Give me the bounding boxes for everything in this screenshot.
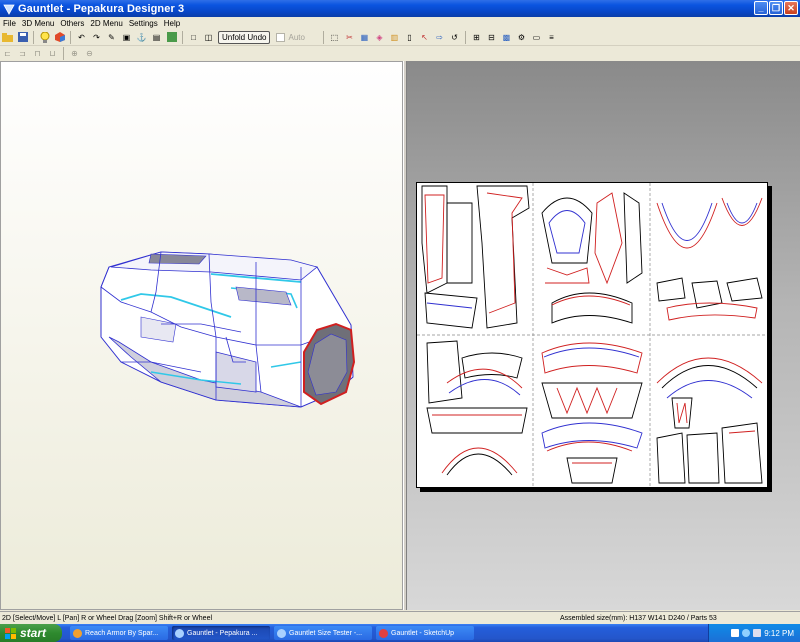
network-tray-icon[interactable] [742, 629, 751, 637]
group-icon[interactable]: ⊕ [69, 48, 80, 59]
split-view-icon[interactable]: ◫ [203, 32, 214, 43]
pepakura-app-icon [3, 4, 15, 15]
export-icon[interactable] [166, 32, 177, 43]
print-icon[interactable]: ▭ [531, 32, 542, 43]
join-edge-icon[interactable]: ✂ [344, 32, 355, 43]
menu-3d[interactable]: 3D Menu [19, 19, 57, 28]
unfold-undo-button[interactable]: Unfold Undo [218, 30, 271, 44]
start-label: start [20, 626, 47, 640]
windows-flag-icon [5, 627, 16, 639]
3d-gauntlet-model [100, 251, 356, 408]
title-bar[interactable]: Gauntlet - Pepakura Designer 3 _ ❐ ✕ [0, 0, 800, 17]
align-left-icon[interactable]: ⊏ [2, 48, 13, 59]
taskbar-item-size-tester[interactable]: Gauntlet Size Tester -... [274, 626, 372, 640]
maximize-button[interactable]: ❐ [769, 1, 783, 15]
pepakura-window: Gauntlet - Pepakura Designer 3 _ ❐ ✕ Fil… [0, 0, 800, 642]
anchor-icon[interactable]: ⚓ [136, 32, 147, 43]
parts-icon[interactable]: ▩ [501, 32, 512, 43]
menu-file[interactable]: File [0, 19, 19, 28]
taskbar-item-sketchup[interactable]: Gauntlet - SketchUp [376, 626, 474, 640]
book-icon[interactable]: ▥ [389, 32, 400, 43]
status-bar: 2D [Select/Move] L [Pan] R or Wheel Drag… [0, 611, 800, 624]
help-tray-icon[interactable] [731, 629, 740, 637]
clock[interactable]: 9:12 PM [764, 629, 794, 638]
menu-settings[interactable]: Settings [126, 19, 161, 28]
lightbulb-icon[interactable] [39, 31, 50, 43]
flap-icon[interactable]: ⇨ [434, 32, 445, 43]
auto-checkbox-box[interactable] [276, 32, 286, 42]
menu-2d[interactable]: 2D Menu [87, 19, 125, 28]
sketchup-icon [379, 628, 388, 638]
secondary-toolbar: ⊏ ⊐ ⊓ ⊔ ⊕ ⊖ [0, 46, 800, 60]
page-icon[interactable]: ▤ [151, 32, 162, 43]
align-icon[interactable]: ⊟ [486, 32, 497, 43]
align-bottom-icon[interactable]: ⊔ [47, 48, 58, 59]
align-top-icon[interactable]: ⊓ [32, 48, 43, 59]
close-button[interactable]: ✕ [784, 1, 798, 15]
rotate-left-icon[interactable]: ↶ [76, 32, 87, 43]
layout-icon[interactable]: ▦ [359, 32, 370, 43]
rotate-right-icon[interactable]: ↷ [91, 32, 102, 43]
undo-icon[interactable]: ↺ [449, 32, 460, 43]
status-mode-text: 2D [Select/Move] L [Pan] R or Wheel Drag… [2, 614, 213, 622]
auto-checkbox[interactable]: Auto [276, 32, 305, 42]
pepakura-icon [277, 628, 286, 638]
bucket-icon[interactable]: ▣ [121, 32, 132, 43]
paint-icon[interactable]: ◈ [374, 32, 385, 43]
volume-tray-icon[interactable] [753, 629, 762, 637]
start-button[interactable]: start [0, 624, 62, 642]
menu-help[interactable]: Help [161, 19, 183, 28]
save-icon[interactable] [17, 32, 28, 43]
settings-icon[interactable]: ⚙ [516, 32, 527, 43]
system-tray: 9:12 PM [708, 624, 800, 642]
taskbar-item-pepakura[interactable]: Gauntlet - Pepakura ... [172, 626, 270, 640]
ungroup-icon[interactable]: ⊖ [84, 48, 95, 59]
main-toolbar: ↶ ↷ ✎ ▣ ⚓ ▤ □ ◫ Unfold Undo Auto ⬚ ✂ ▦ ◈… [0, 29, 800, 46]
open-folder-icon[interactable] [2, 32, 13, 43]
pencil-icon[interactable]: ✎ [106, 32, 117, 43]
text-icon[interactable]: ▯ [404, 32, 415, 43]
select-icon[interactable]: ⬚ [329, 32, 340, 43]
single-view-icon[interactable]: □ [188, 32, 199, 43]
menu-bar: File 3D Menu Others 2D Menu Settings Hel… [0, 17, 800, 29]
align-center-icon[interactable]: ⊐ [17, 48, 28, 59]
minimize-button[interactable]: _ [754, 1, 768, 15]
menu-others[interactable]: Others [57, 19, 87, 28]
2d-layout-pane[interactable] [407, 61, 800, 610]
unfolded-parts-drawing [417, 183, 767, 487]
unfolded-pattern-sheet [416, 182, 768, 488]
taskbar-item-browser[interactable]: Reach Armor By Spar... [70, 626, 168, 640]
cube-color-icon[interactable] [54, 32, 65, 43]
browser-icon [73, 628, 82, 638]
window-title: Gauntlet - Pepakura Designer 3 [18, 2, 185, 15]
3d-view-pane[interactable] [0, 61, 403, 610]
windows-taskbar: start Reach Armor By Spar... Gauntlet - … [0, 624, 800, 642]
stack-icon[interactable]: ≡ [546, 32, 557, 43]
pepakura-icon [175, 628, 184, 638]
status-assembled-size: Assembled size(mm): H137 W141 D240 / Par… [560, 614, 717, 622]
auto-label: Auto [288, 32, 305, 42]
move-part-icon[interactable]: ↖ [419, 32, 430, 43]
grid-icon[interactable]: ⊞ [471, 32, 482, 43]
